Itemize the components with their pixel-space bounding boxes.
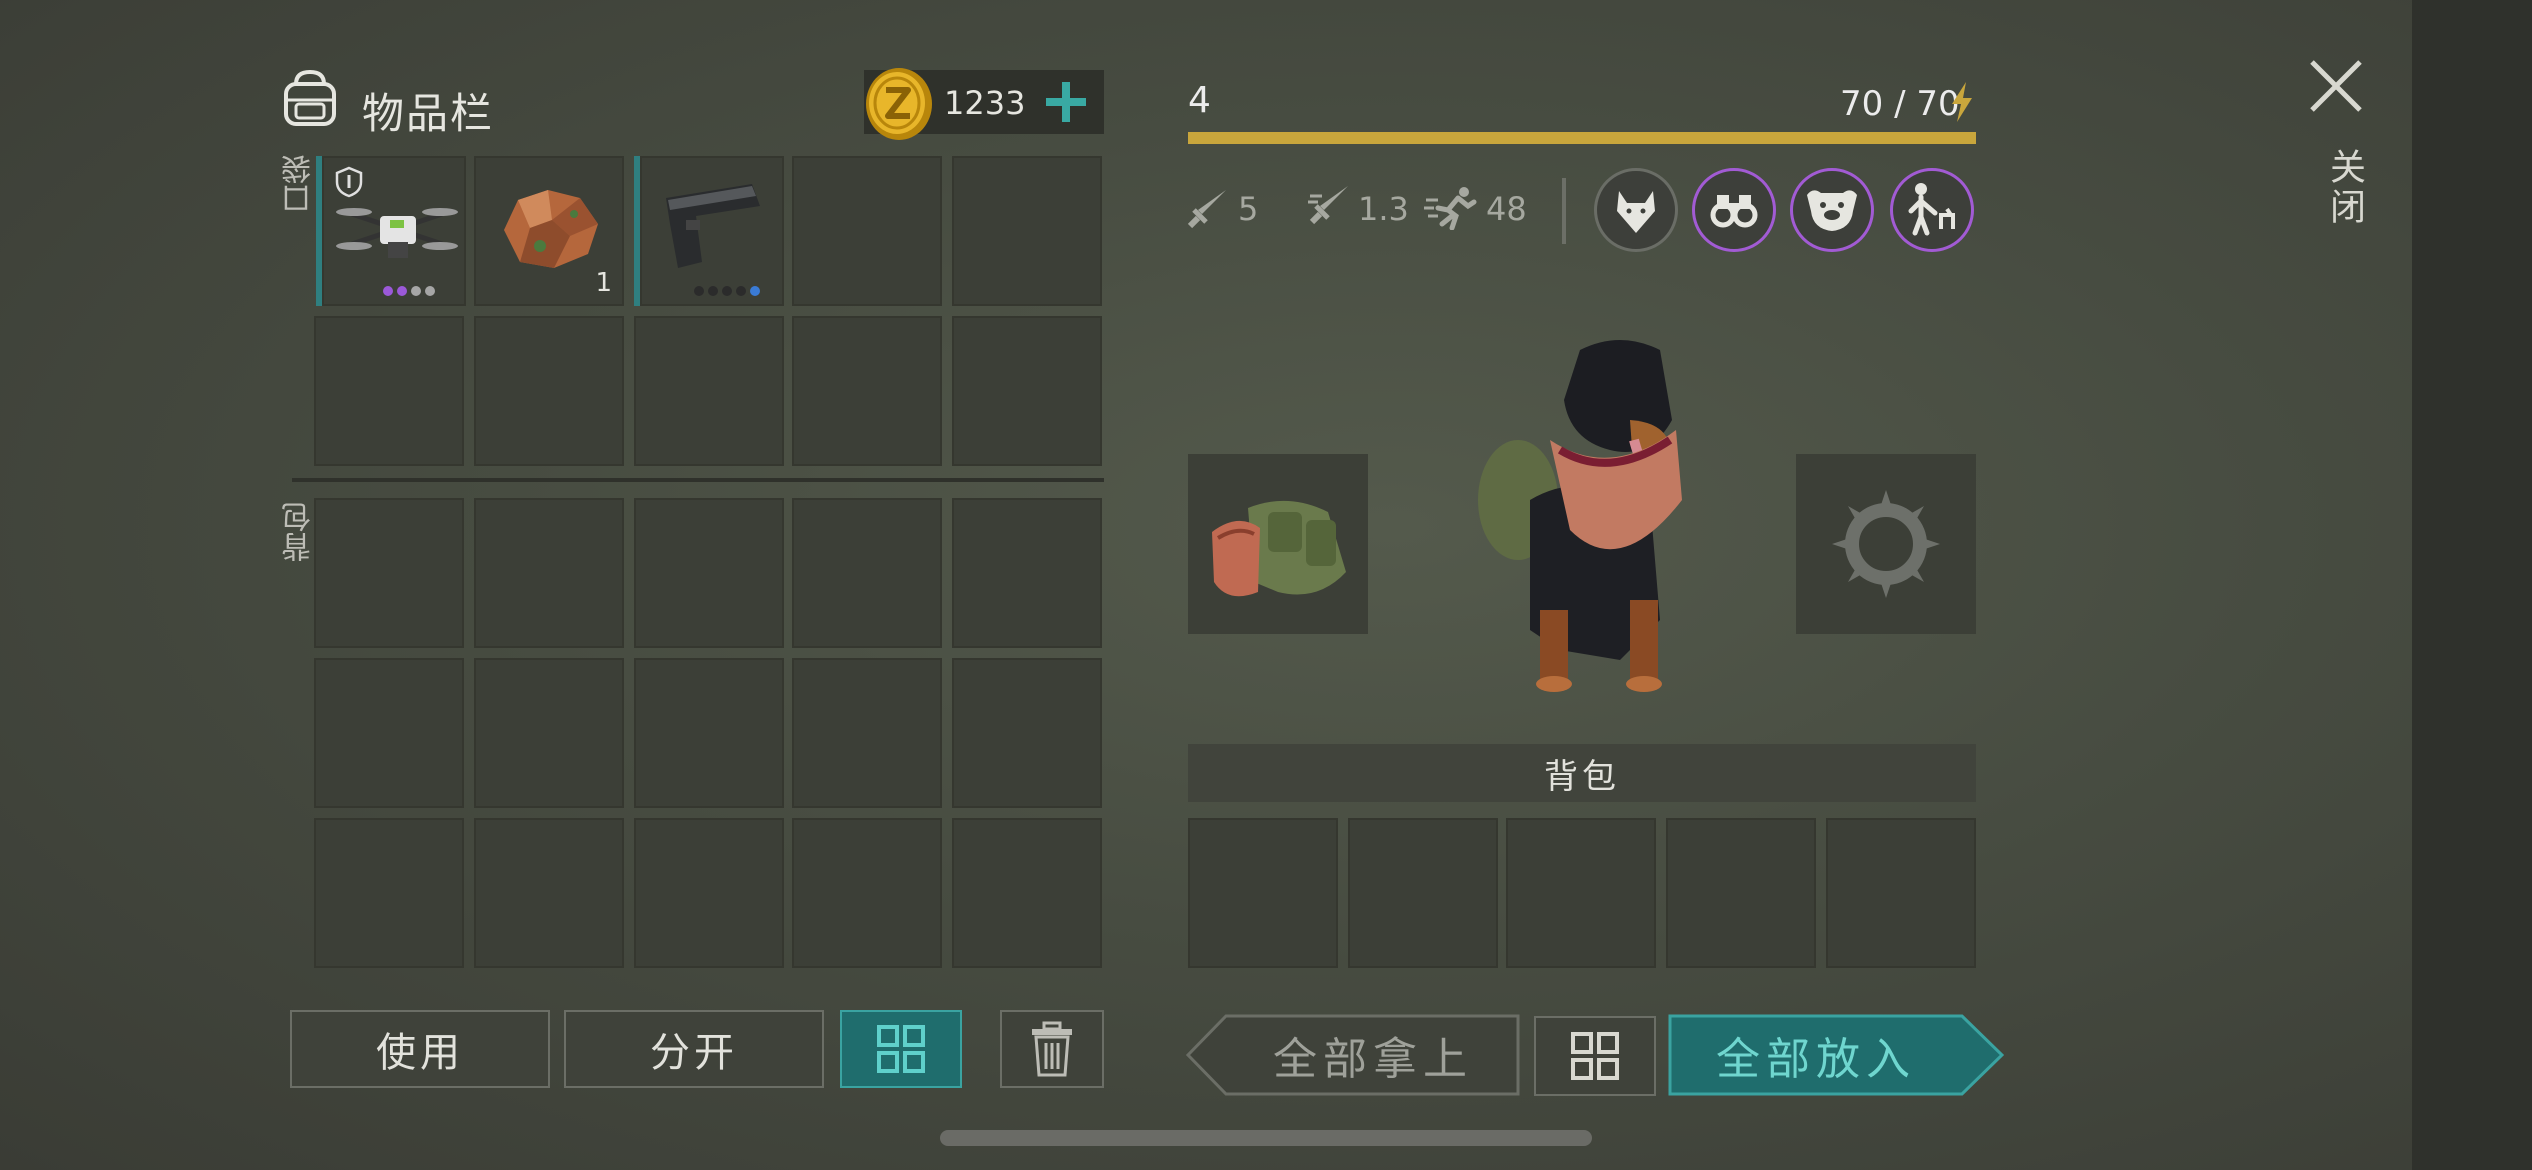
dog-bag-slot-1[interactable] xyxy=(1188,818,1338,968)
backpack-slot-1[interactable] xyxy=(314,498,464,648)
backpack-slot-4[interactable] xyxy=(792,498,942,648)
sword-icon xyxy=(1187,190,1226,229)
backpack-slot-3[interactable] xyxy=(634,498,784,648)
z-coin-icon xyxy=(866,68,932,140)
quality-dots xyxy=(322,286,466,296)
dog-sort-grid-button[interactable] xyxy=(1534,1016,1656,1096)
pocket-slot-5[interactable] xyxy=(952,156,1102,306)
pocket-slot-8[interactable] xyxy=(634,316,784,466)
pocket-slot-2[interactable]: 1 xyxy=(474,156,624,306)
rottweiler-dog-image xyxy=(1478,340,1682,692)
backpack-slot-9[interactable] xyxy=(792,658,942,808)
backpack-slot-14[interactable] xyxy=(792,818,942,968)
use-button[interactable]: 使用 xyxy=(290,1010,550,1088)
dog-backpack-icon xyxy=(1212,500,1346,597)
grid-icon xyxy=(1571,1032,1619,1080)
backpack-slot-13[interactable] xyxy=(634,818,784,968)
speed-value: 48 xyxy=(1486,190,1527,228)
backpack-slot-12[interactable] xyxy=(474,818,624,968)
dog-backpack-equip-slot[interactable] xyxy=(1188,454,1368,634)
close-icon[interactable] xyxy=(2306,56,2366,116)
dog-bag-slot-3[interactable] xyxy=(1506,818,1656,968)
grid-icon xyxy=(877,1025,925,1073)
dog-bag-slot-4[interactable] xyxy=(1666,818,1816,968)
quality-dots xyxy=(640,286,784,296)
pocket-slot-9[interactable] xyxy=(792,316,942,466)
energy-value: 70 / 70 xyxy=(1840,84,1960,124)
copper-ore-icon xyxy=(504,190,598,268)
backpack-slot-5[interactable] xyxy=(952,498,1102,648)
inventory-title: 物品栏 xyxy=(362,89,495,138)
dog-face-skill-icon[interactable] xyxy=(1790,168,1874,252)
backpack-slot-11[interactable] xyxy=(314,818,464,968)
backpack-slot-2[interactable] xyxy=(474,498,624,648)
split-button[interactable]: 分开 xyxy=(564,1010,824,1088)
coin-count: 1233 xyxy=(944,84,1026,122)
backpack-slot-6[interactable] xyxy=(314,658,464,808)
pocket-slot-6[interactable] xyxy=(314,316,464,466)
backpack-slot-7[interactable] xyxy=(474,658,624,808)
item-quantity: 1 xyxy=(595,268,612,298)
backpack-slot-15[interactable] xyxy=(952,818,1102,968)
section-divider xyxy=(292,478,1104,482)
dog-bag-slot-2[interactable] xyxy=(1348,818,1498,968)
lightning-icon xyxy=(1952,82,1972,122)
pocket-slot-1[interactable] xyxy=(316,156,466,306)
pocket-slot-7[interactable] xyxy=(474,316,624,466)
add-coins-button[interactable] xyxy=(1040,76,1092,128)
backpack-slot-8[interactable] xyxy=(634,658,784,808)
pocket-slot-4[interactable] xyxy=(792,156,942,306)
running-icon xyxy=(1424,187,1477,230)
pistol-icon xyxy=(666,184,760,268)
sort-grid-button[interactable] xyxy=(840,1010,962,1088)
attack-speed-value: 1.3 xyxy=(1358,190,1409,228)
trash-button[interactable] xyxy=(1000,1010,1104,1088)
attack-value: 5 xyxy=(1238,190,1259,228)
home-indicator[interactable] xyxy=(940,1130,1592,1146)
trash-icon xyxy=(1032,1021,1072,1077)
stat-separator xyxy=(1562,178,1566,244)
backpack-icon xyxy=(284,69,336,126)
energy-bar-fill xyxy=(1188,132,1976,144)
dog-backpack-header: 背包 xyxy=(1188,744,1976,802)
spiked-collar-icon xyxy=(1832,490,1940,598)
right-edge-panel xyxy=(2412,0,2532,1170)
trainer-skill-icon[interactable] xyxy=(1890,168,1974,252)
attack-speed-icon xyxy=(1308,186,1348,225)
take-all-button[interactable]: 全部拿上 xyxy=(1226,1014,1520,1096)
backpack-slot-10[interactable] xyxy=(952,658,1102,808)
dog-collar-equip-slot[interactable] xyxy=(1796,454,1976,634)
drone-icon xyxy=(336,208,458,258)
binoculars-skill-icon[interactable] xyxy=(1692,168,1776,252)
close-label[interactable]: 关闭 xyxy=(2318,148,2370,228)
pocket-slot-10[interactable] xyxy=(952,316,1102,466)
dog-level: 4 xyxy=(1188,80,1211,121)
dog-bag-slot-5[interactable] xyxy=(1826,818,1976,968)
wolf-skill-icon[interactable] xyxy=(1594,168,1678,252)
put-all-button[interactable]: 全部放入 xyxy=(1668,1014,1964,1096)
pocket-slot-3[interactable] xyxy=(634,156,784,306)
